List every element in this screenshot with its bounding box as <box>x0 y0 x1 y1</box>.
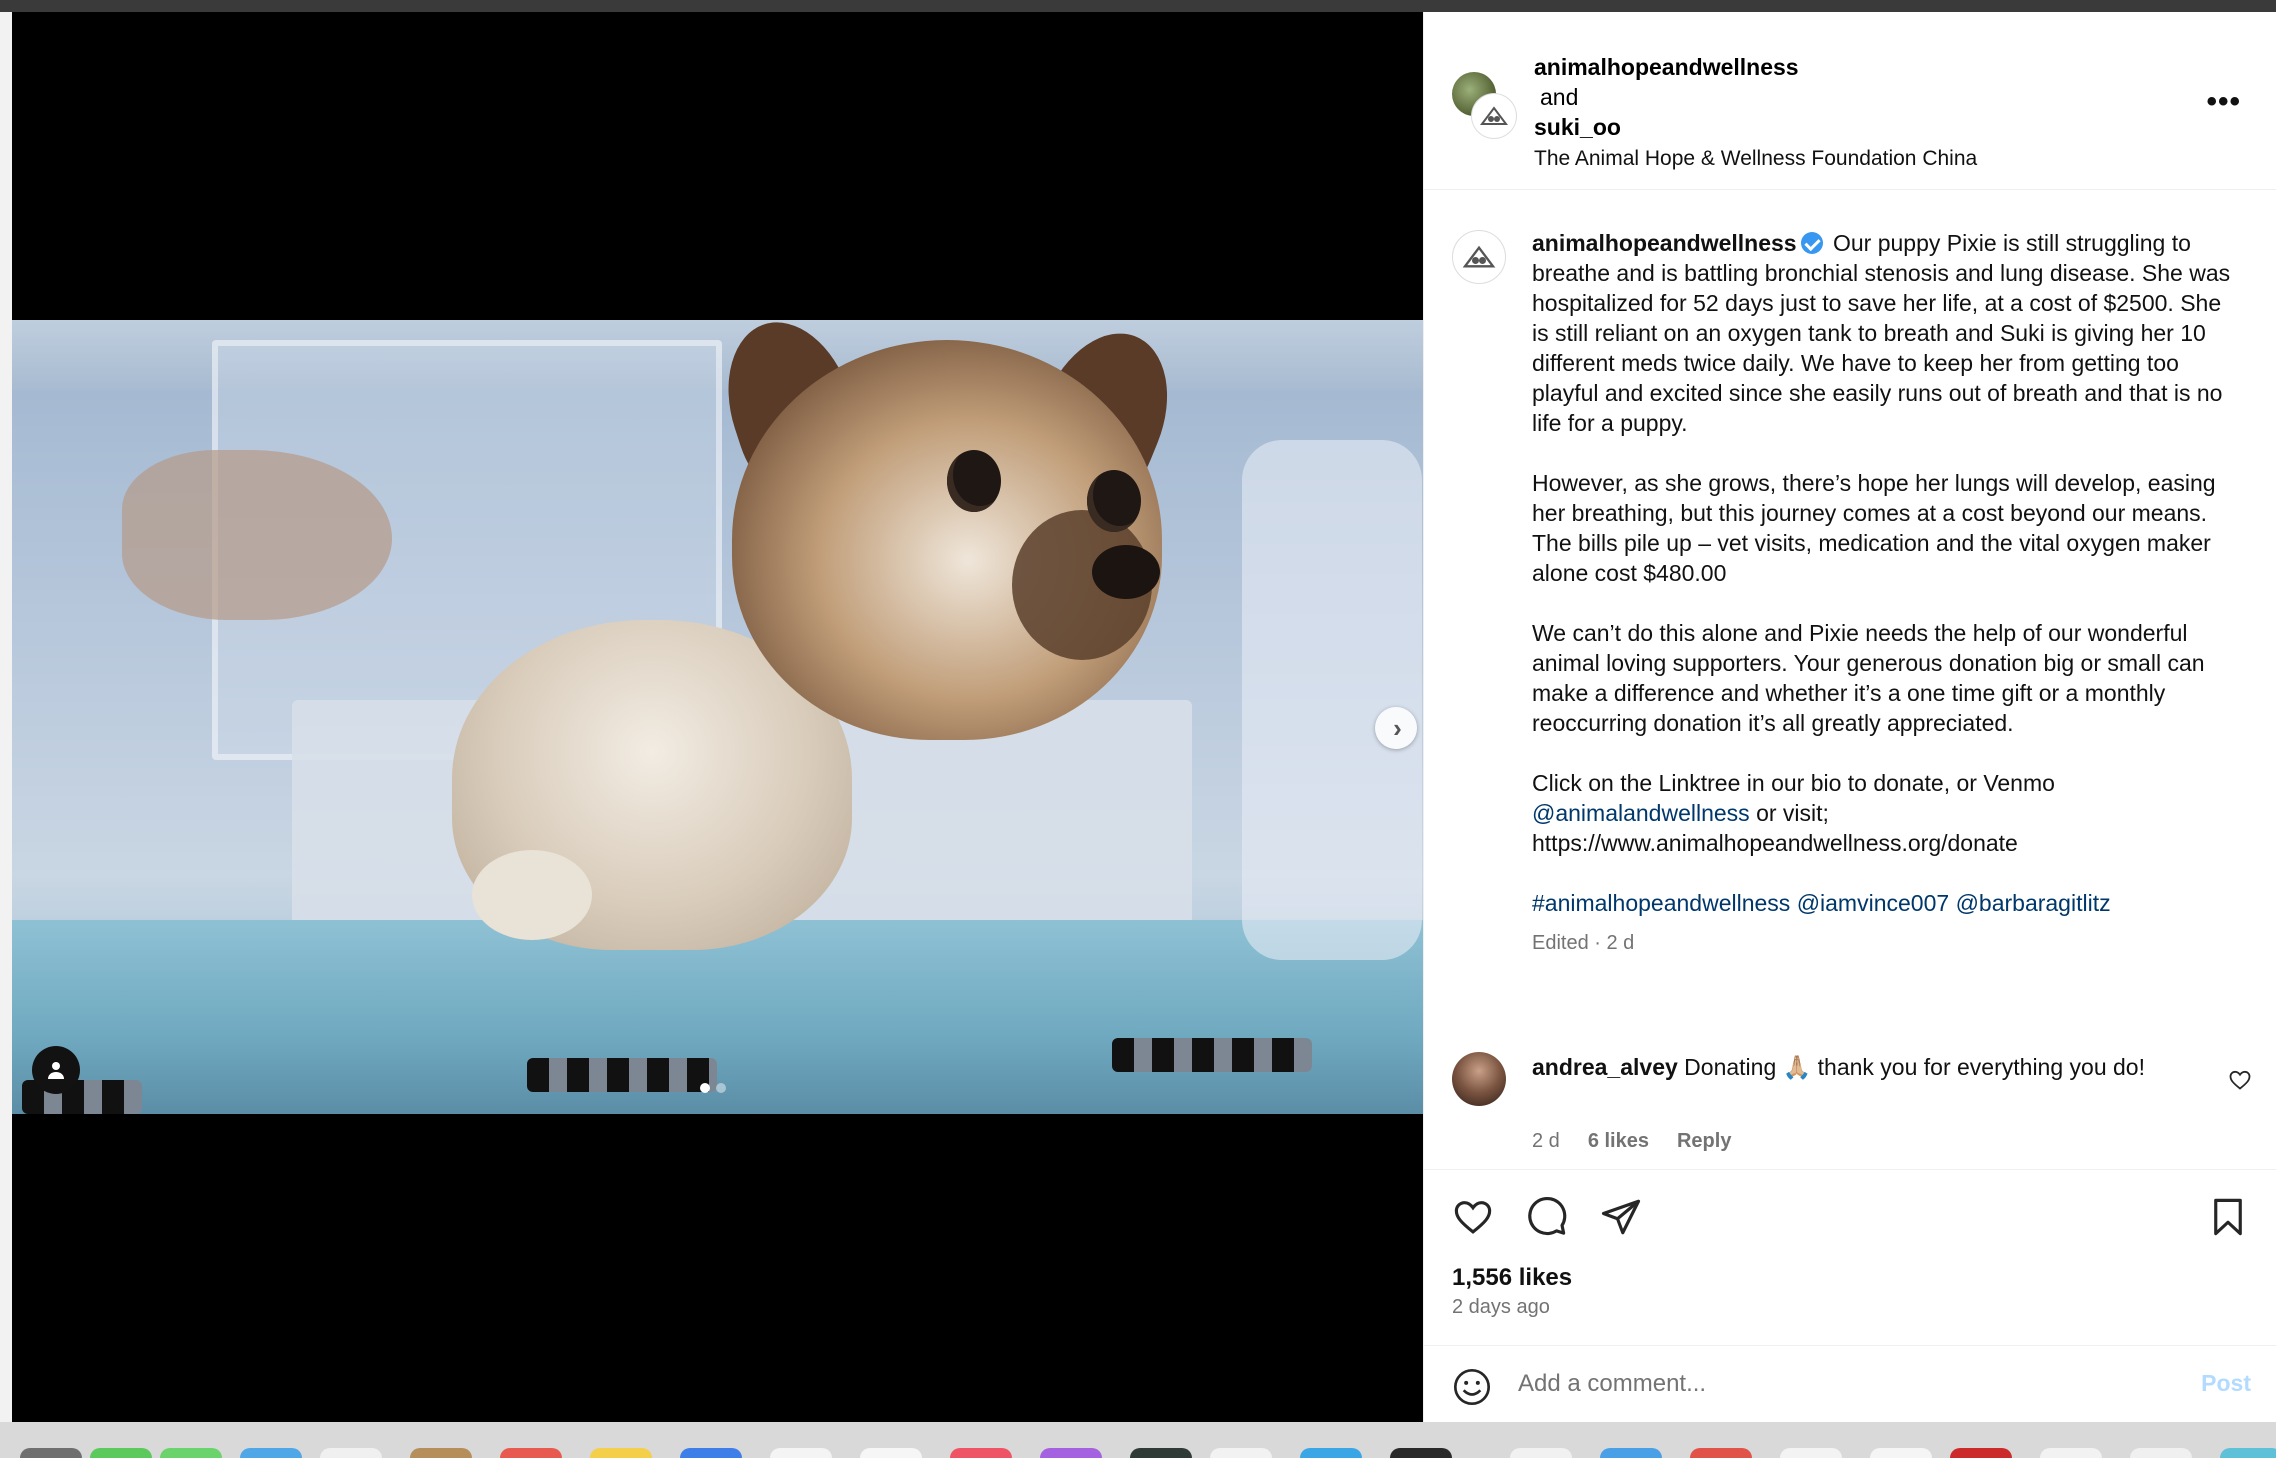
mention-link[interactable]: @barbaragitlitz <box>1956 890 2111 916</box>
caption-text: or visit; <box>1756 800 1829 826</box>
dock-app-icon[interactable] <box>1600 1448 1662 1458</box>
dock-app-icon[interactable] <box>2040 1448 2102 1458</box>
puppy-nose <box>1092 545 1160 599</box>
dock-app-icon[interactable] <box>1780 1448 1842 1458</box>
action-icons <box>1452 1196 1642 1238</box>
dock-app-icon[interactable] <box>320 1448 382 1458</box>
more-options-button[interactable]: ••• <box>2206 87 2241 117</box>
dock-app-icon[interactable] <box>770 1448 832 1458</box>
comment-item: andrea_alvey Donating 🙏🏼 thank you for e… <box>1452 1048 2252 1158</box>
puppy-eye <box>1087 470 1141 532</box>
dock-app-icon[interactable] <box>1130 1448 1192 1458</box>
comment-input[interactable] <box>1518 1364 2138 1404</box>
glass-glare <box>1242 440 1422 960</box>
paper-plane-icon[interactable] <box>1600 1196 1642 1238</box>
dock-app-icon[interactable] <box>680 1448 742 1458</box>
add-comment-bar: Post <box>1424 1345 2276 1422</box>
avatar[interactable] <box>1472 94 1516 138</box>
post-photo[interactable] <box>12 320 1423 1114</box>
dock-app-icon[interactable] <box>590 1448 652 1458</box>
post-sidebar: animalhopeandwellness and suki_oo The An… <box>1423 12 2276 1422</box>
comment-author[interactable]: andrea_alvey <box>1532 1054 1678 1080</box>
backdrop-top-strip <box>0 0 2276 12</box>
dock-app-icon[interactable] <box>1040 1448 1102 1458</box>
next-photo-button[interactable]: › <box>1375 707 1417 749</box>
hand <box>122 450 392 620</box>
header-collaborator[interactable]: suki_oo <box>1534 112 1977 142</box>
dock <box>0 1422 2276 1458</box>
caption-paragraph: However, as she grows, there’s hope her … <box>1532 470 2216 586</box>
avatar[interactable] <box>1452 230 1506 284</box>
person-icon <box>48 1062 64 1079</box>
bookmark-icon[interactable] <box>2207 1196 2249 1238</box>
caption-paragraph: Click on the Linktree in our bio to dona… <box>1532 770 2055 796</box>
dock-app-icon[interactable] <box>950 1448 1012 1458</box>
dock-app-icon[interactable] <box>1210 1448 1272 1458</box>
puppy-eye <box>947 450 1001 512</box>
caption-author[interactable]: animalhopeandwellness <box>1532 230 1797 256</box>
dock-app-icon[interactable] <box>2220 1448 2276 1458</box>
post-modal: › animalhopeandwellness and suki_oo The … <box>12 12 2276 1422</box>
dock-app-icon[interactable] <box>860 1448 922 1458</box>
mention-link[interactable]: @iamvince007 <box>1797 890 1949 916</box>
caption-paragraph: We can’t do this alone and Pixie needs t… <box>1532 620 2205 736</box>
verified-badge-icon <box>1800 232 1823 254</box>
dock-app-icon[interactable] <box>1950 1448 2012 1458</box>
dock-app-icon[interactable] <box>1390 1448 1452 1458</box>
dock-app-icon[interactable] <box>1510 1448 1572 1458</box>
comment-reply-button[interactable]: Reply <box>1677 1130 1731 1153</box>
smiley-icon[interactable] <box>1452 1367 1492 1407</box>
tank-hinge <box>1112 1038 1312 1072</box>
post-media: › <box>12 12 1423 1422</box>
comment-age: 2 d <box>1532 1130 1560 1152</box>
comment-text: Donating 🙏🏼 thank you for everything you… <box>1684 1054 2145 1080</box>
foundation-logo-icon <box>1480 106 1508 125</box>
comment-bubble-icon[interactable] <box>1526 1196 1568 1238</box>
venmo-mention-link[interactable]: @animalandwellness <box>1532 800 1750 826</box>
likes-count[interactable]: 1,556 likes <box>1452 1264 1572 1292</box>
dock-app-icon[interactable] <box>160 1448 222 1458</box>
caption-meta: Edited · 2 d <box>1532 932 1635 954</box>
post-header: animalhopeandwellness and suki_oo The An… <box>1424 12 2276 190</box>
chevron-right-icon: › <box>1393 713 1402 743</box>
comment-likes-button[interactable]: 6 likes <box>1588 1130 1649 1153</box>
donate-url: https://www.animalhopeandwellness.org/do… <box>1532 830 2018 856</box>
carousel-dot <box>716 1083 726 1093</box>
collab-avatars[interactable] <box>1452 72 1522 142</box>
avatar[interactable] <box>1452 1052 1506 1106</box>
dock-app-icon[interactable] <box>240 1448 302 1458</box>
header-text: animalhopeandwellness and suki_oo The An… <box>1534 52 1977 174</box>
dock-app-icon[interactable] <box>410 1448 472 1458</box>
carousel-dot-active <box>700 1083 710 1093</box>
dock-app-icon[interactable] <box>90 1448 152 1458</box>
comment-meta: 2 d 6 likes Reply <box>1532 1130 1731 1153</box>
dock-app-icon[interactable] <box>500 1448 562 1458</box>
header-conjunction: and <box>1540 84 1579 110</box>
post-comment-button[interactable]: Post <box>2201 1370 2251 1397</box>
dock-app-icon[interactable] <box>20 1448 82 1458</box>
caption-paragraph: Our puppy Pixie is still struggling to b… <box>1532 230 2231 436</box>
comment-body: andrea_alvey Donating 🙏🏼 thank you for e… <box>1532 1052 2192 1082</box>
post-location[interactable]: The Animal Hope & Wellness Foundation Ch… <box>1534 144 1977 174</box>
post-actions: 1,556 likes 2 days ago <box>1424 1169 2276 1345</box>
comment-heart-icon[interactable] <box>2228 1068 2252 1092</box>
header-author[interactable]: animalhopeandwellness <box>1534 52 1977 82</box>
tagged-users-button[interactable] <box>32 1046 80 1094</box>
tank-hinge <box>527 1058 717 1092</box>
dock-app-icon[interactable] <box>2130 1448 2192 1458</box>
hashtag-link[interactable]: #animalhopeandwellness <box>1532 890 1790 916</box>
foundation-logo-icon <box>1462 245 1496 268</box>
puppy-paw <box>472 850 592 940</box>
heart-icon[interactable] <box>1452 1196 1494 1238</box>
backdrop-left-edge <box>0 12 12 1422</box>
post-timestamp[interactable]: 2 days ago <box>1452 1296 1550 1319</box>
caption-body: animalhopeandwellness Our puppy Pixie is… <box>1532 228 2232 958</box>
carousel-indicator <box>700 1083 726 1093</box>
dock-app-icon[interactable] <box>1300 1448 1362 1458</box>
dock-app-icon[interactable] <box>1690 1448 1752 1458</box>
dock-app-icon[interactable] <box>1870 1448 1932 1458</box>
